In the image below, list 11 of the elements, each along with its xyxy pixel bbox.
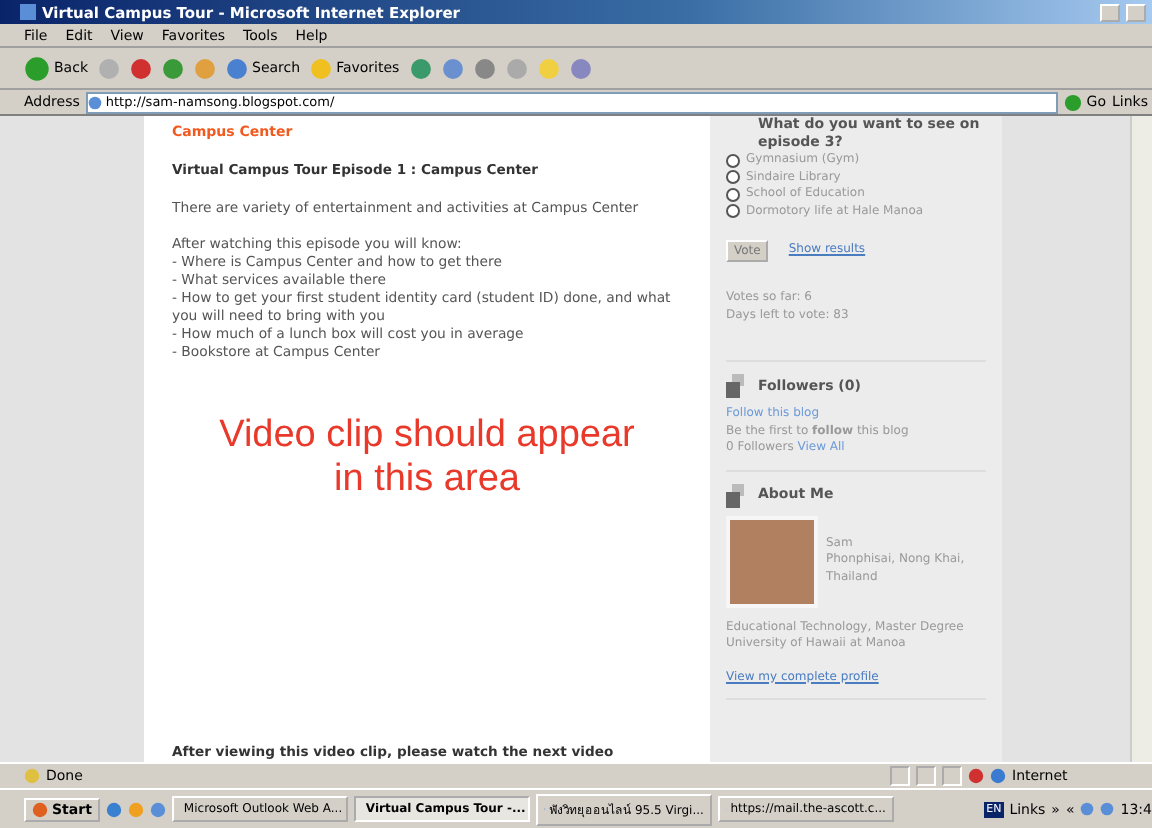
blocks-icon (726, 483, 750, 507)
video-note: Video clip should appear in this area (217, 414, 637, 502)
radio-button[interactable] (726, 187, 740, 202)
photo-placeholder (726, 515, 818, 607)
minimize-button[interactable] (1100, 3, 1120, 21)
radio-button[interactable] (726, 153, 740, 168)
blocks-icon (726, 374, 750, 398)
scrollbar[interactable] (1130, 116, 1152, 762)
maximize-button[interactable] (1126, 3, 1146, 21)
radio-button[interactable] (726, 204, 740, 219)
radio-button[interactable] (726, 170, 740, 185)
